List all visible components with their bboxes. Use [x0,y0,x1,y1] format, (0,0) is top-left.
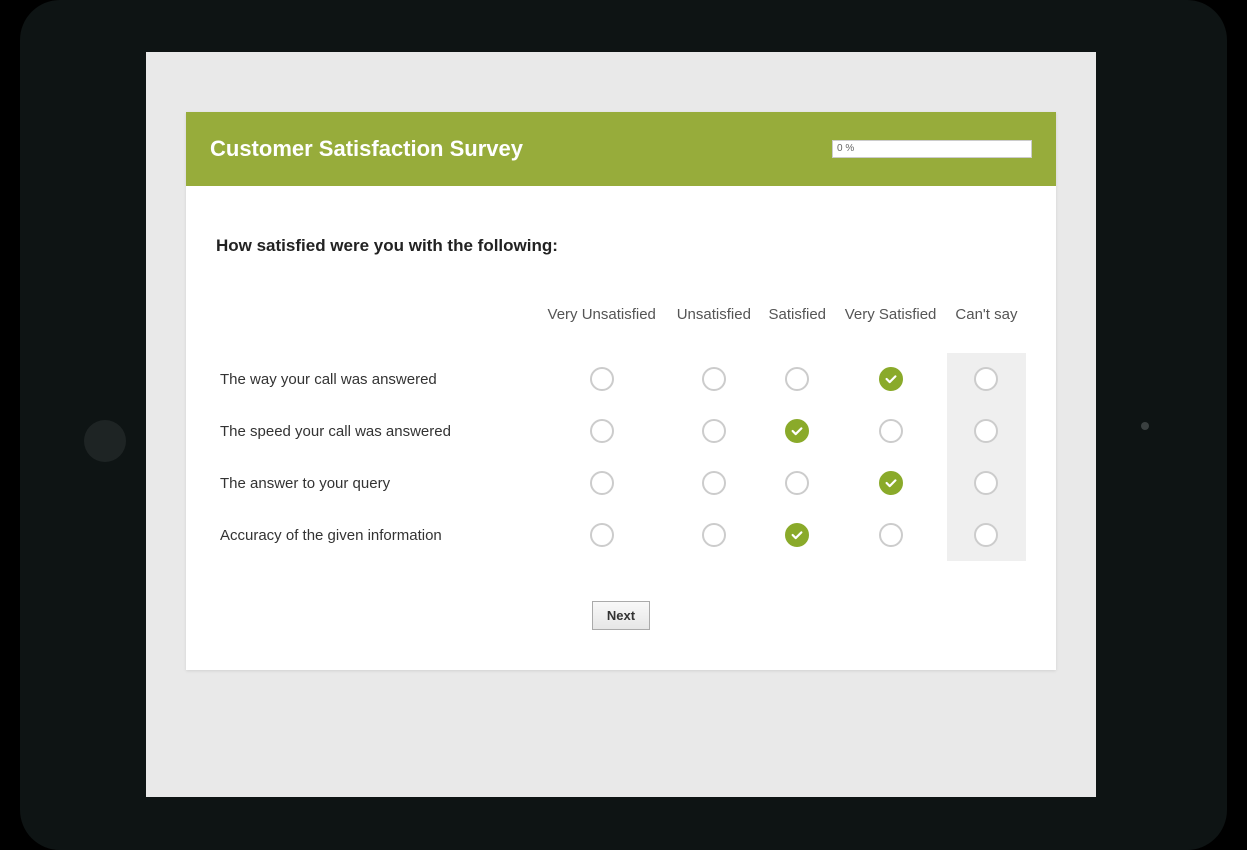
radio-cell [834,353,947,405]
row-label: The speed your call was answered [216,405,536,457]
button-row: Next [216,601,1026,630]
radio-option[interactable] [879,367,903,391]
checkmark-icon [884,372,898,386]
radio-cell [947,457,1026,509]
radio-cell [667,457,760,509]
radio-option[interactable] [879,471,903,495]
matrix-corner [216,296,536,353]
survey-title: Customer Satisfaction Survey [210,136,523,162]
radio-option[interactable] [879,523,903,547]
survey-panel: Customer Satisfaction Survey 0 % How sat… [186,112,1056,670]
radio-option[interactable] [702,471,726,495]
survey-header: Customer Satisfaction Survey 0 % [186,112,1056,186]
survey-body: How satisfied were you with the followin… [186,186,1056,670]
radio-option[interactable] [974,471,998,495]
tablet-frame: Customer Satisfaction Survey 0 % How sat… [20,0,1227,850]
radio-cell [536,353,667,405]
radio-option[interactable] [785,523,809,547]
radio-cell [947,405,1026,457]
table-row: The way your call was answered [216,353,1026,405]
radio-cell [667,509,760,561]
radio-cell [947,353,1026,405]
tablet-camera-icon [1141,422,1149,430]
column-header: Unsatisfied [667,296,760,353]
checkmark-icon [884,476,898,490]
table-row: The speed your call was answered [216,405,1026,457]
column-header: Very Unsatisfied [536,296,667,353]
radio-option[interactable] [974,523,998,547]
radio-cell [834,509,947,561]
row-label: Accuracy of the given information [216,509,536,561]
column-header: Satisfied [760,296,834,353]
radio-option[interactable] [785,419,809,443]
radio-option[interactable] [785,471,809,495]
rating-matrix: Very Unsatisfied Unsatisfied Satisfied V… [216,296,1026,561]
radio-cell [667,353,760,405]
radio-cell [667,405,760,457]
row-label: The way your call was answered [216,353,536,405]
next-button[interactable]: Next [592,601,650,630]
tablet-screen: Customer Satisfaction Survey 0 % How sat… [146,52,1096,797]
table-row: Accuracy of the given information [216,509,1026,561]
table-row: The answer to your query [216,457,1026,509]
radio-cell [947,509,1026,561]
column-header: Very Satisfied [834,296,947,353]
checkmark-icon [790,528,804,542]
radio-option[interactable] [590,523,614,547]
radio-option[interactable] [879,419,903,443]
radio-cell [760,457,834,509]
progress-indicator: 0 % [832,140,1032,158]
radio-cell [536,509,667,561]
radio-cell [760,405,834,457]
radio-option[interactable] [702,523,726,547]
radio-option[interactable] [590,367,614,391]
radio-option[interactable] [590,471,614,495]
row-label: The answer to your query [216,457,536,509]
checkmark-icon [790,424,804,438]
radio-cell [834,405,947,457]
question-text: How satisfied were you with the followin… [216,236,1026,256]
radio-option[interactable] [974,419,998,443]
radio-cell [760,353,834,405]
radio-option[interactable] [702,367,726,391]
radio-cell [536,405,667,457]
radio-cell [536,457,667,509]
radio-option[interactable] [974,367,998,391]
radio-cell [834,457,947,509]
radio-option[interactable] [590,419,614,443]
radio-cell [760,509,834,561]
radio-option[interactable] [785,367,809,391]
column-header: Can't say [947,296,1026,353]
radio-option[interactable] [702,419,726,443]
tablet-home-button[interactable] [84,420,126,462]
